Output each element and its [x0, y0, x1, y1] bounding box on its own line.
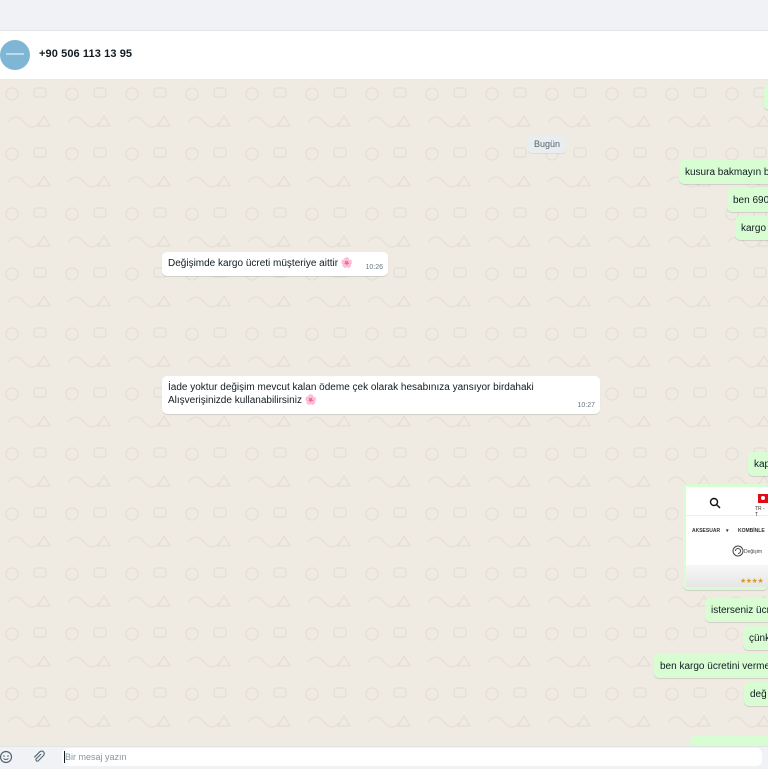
- message-bubble-outgoing[interactable]: çünk: [743, 626, 768, 650]
- message-input-placeholder: Bir mesaj yazın: [65, 752, 127, 762]
- emoji-icon: [0, 750, 13, 764]
- rating-stars: ★★★★: [740, 578, 764, 585]
- emoji-button[interactable]: [0, 749, 14, 765]
- message-bubble-outgoing[interactable]: değ: [744, 682, 768, 706]
- window-top-bar: [0, 0, 768, 31]
- message-bubble-incoming[interactable]: Değişimde kargo ücreti müşteriye aittir …: [162, 252, 388, 276]
- nav-item: KOMBİNLE: [738, 528, 765, 534]
- message-bubble-outgoing[interactable]: ben kargo ücretini verme: [654, 654, 768, 678]
- shared-screenshot[interactable]: TR - T AKSESUAR ▾ KOMBİNLE Değişim ★★★★: [686, 487, 768, 587]
- chevron-down-icon: ▾: [726, 528, 729, 534]
- message-text: isterseniz ücr: [711, 605, 768, 616]
- date-separator: Bugün: [528, 136, 567, 153]
- contact-avatar[interactable]: [0, 40, 30, 70]
- exchange-label: Değişim: [744, 549, 763, 555]
- message-bubble-incoming[interactable]: İade yoktur değişim mevcut kalan ödeme ç…: [162, 376, 600, 414]
- message-text: ben 690: [733, 195, 768, 206]
- image-message[interactable]: TR - T AKSESUAR ▾ KOMBİNLE Değişim ★★★★: [683, 484, 768, 590]
- message-bubble-outgoing[interactable]: ben 690: [727, 188, 768, 212]
- message-bubble-outgoing[interactable]: kargo: [735, 216, 768, 240]
- message-bubble-outgoing[interactable]: kap: [748, 452, 768, 476]
- turkey-flag-icon: [758, 494, 768, 503]
- message-text: kusura bakmayın b: [685, 167, 768, 178]
- message-bubble-outgoing[interactable]: kusura bakmayın b: [679, 160, 768, 184]
- contact-phone[interactable]: +90 506 113 13 95: [39, 48, 132, 60]
- message-bubble-outgoing[interactable]: isterseniz ücr: [705, 598, 768, 622]
- nav-item: AKSESUAR: [692, 528, 721, 534]
- screenshot-nav: AKSESUAR ▾ KOMBİNLE: [686, 523, 768, 539]
- message-text: İade yoktur değişim mevcut kalan ödeme ç…: [168, 382, 534, 406]
- message-time: 10:27: [577, 402, 595, 409]
- message-text: kap: [754, 459, 768, 470]
- message-text: değ: [750, 689, 767, 700]
- message-text: Değişimde kargo ücreti müşteriye aittir …: [168, 258, 354, 269]
- locale-label: TR - T: [755, 506, 765, 518]
- message-input[interactable]: Bir mesaj yazın: [62, 748, 762, 766]
- paperclip-icon: [33, 750, 45, 762]
- message-text: ben kargo ücretini verme: [660, 661, 768, 672]
- avatar-icon: [6, 53, 24, 55]
- message-text: kargo: [741, 223, 767, 234]
- refresh-icon: [732, 545, 744, 557]
- message-bubble-partial[interactable]: [764, 84, 768, 110]
- message-time: 10:26: [365, 264, 383, 271]
- message-text: çünk: [749, 633, 768, 644]
- attach-button[interactable]: [30, 749, 46, 765]
- search-icon: [709, 497, 721, 509]
